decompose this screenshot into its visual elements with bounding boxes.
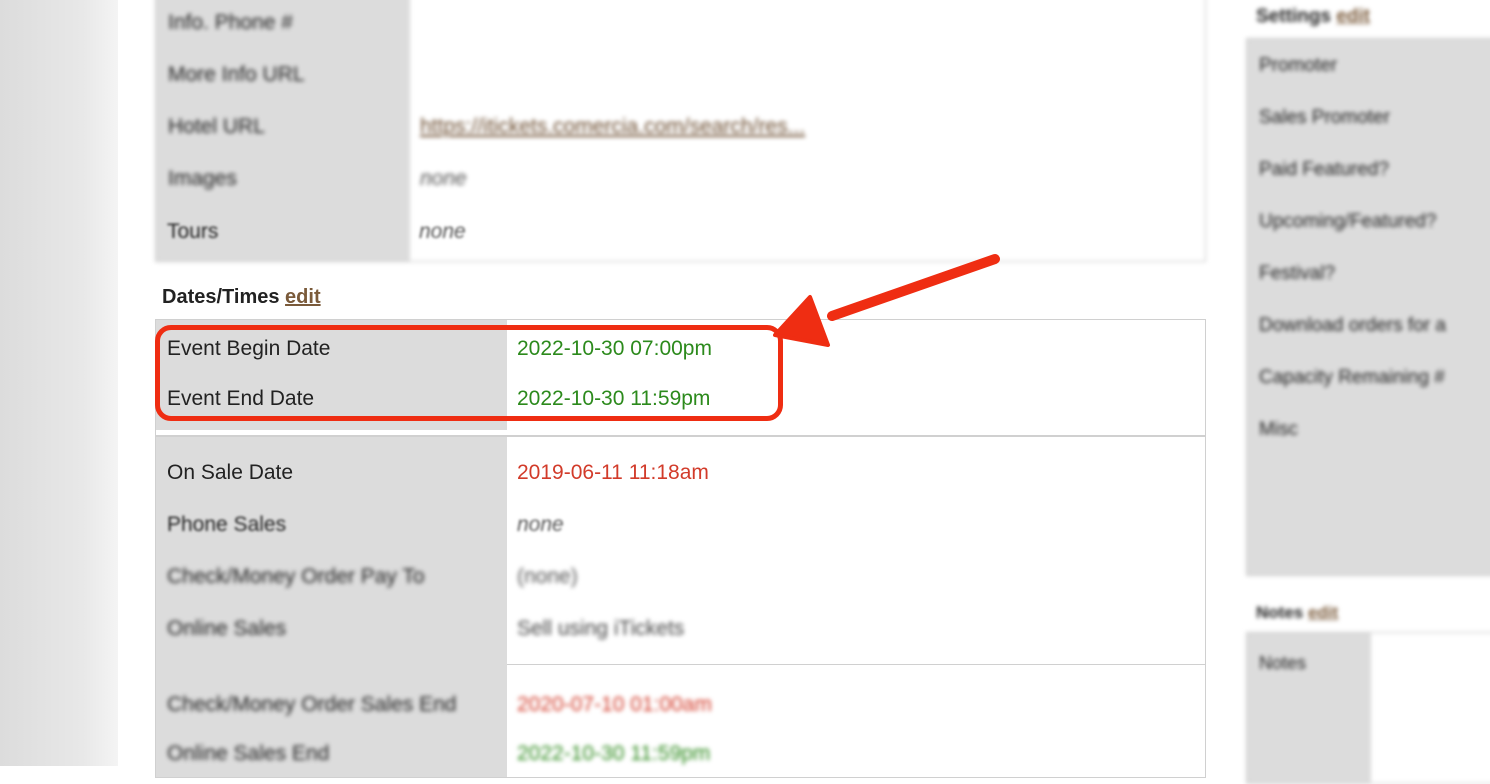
- arrow-icon: [773, 254, 1000, 347]
- arrow-head: [773, 295, 830, 347]
- arrow-shaft: [827, 254, 1000, 321]
